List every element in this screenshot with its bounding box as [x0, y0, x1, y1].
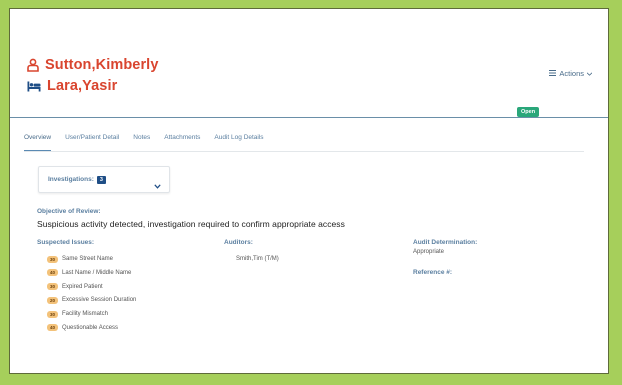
status-badge: Open	[517, 107, 540, 117]
objective-label: Objective of Review:	[37, 208, 101, 215]
issue-text: Facility Mismatch	[62, 311, 109, 317]
header-divider	[10, 117, 608, 118]
record-panel: Sutton,Kimberly Lara,Yasir Actions Open …	[9, 8, 609, 374]
actions-label: Actions	[559, 69, 584, 78]
tab-bar: Overview User/Patient Detail Notes Attac…	[24, 134, 264, 151]
tab-user-patient-detail[interactable]: User/Patient Detail	[65, 134, 119, 151]
investigations-label: Investigations:	[48, 176, 94, 183]
issue-score-badge: 40	[47, 269, 58, 277]
patient-user-row: Sutton,Kimberly	[27, 57, 158, 73]
issue-score-badge: 30	[47, 255, 58, 263]
tab-overview[interactable]: Overview	[24, 134, 52, 151]
issue-item: 40 Questionable Access	[47, 322, 136, 333]
issue-score-badge: 40	[47, 324, 58, 332]
list-icon	[549, 69, 557, 78]
patient-name-secondary[interactable]: Lara,Yasir	[47, 78, 117, 94]
issue-text: Same Street Name	[62, 256, 114, 263]
issue-score-badge: 30	[47, 283, 58, 291]
auditor-name: Smith,Tim (T/M)	[236, 256, 279, 262]
audit-determination-label: Audit Determination:	[413, 239, 478, 246]
patient-name-primary[interactable]: Sutton,Kimberly	[45, 57, 158, 73]
issue-item: 30 Expired Patient	[47, 281, 136, 292]
tab-notes[interactable]: Notes	[133, 134, 150, 151]
tab-divider	[24, 151, 584, 152]
chevron-down-icon	[154, 176, 161, 194]
investigations-count-badge: 3	[96, 175, 106, 184]
issue-text: Questionable Access	[62, 324, 119, 331]
patient-bed-row: Lara,Yasir	[27, 78, 117, 94]
bed-icon	[27, 81, 41, 92]
issue-text: Last Name / Middle Name	[62, 269, 132, 276]
issue-score-badge: 30	[47, 310, 58, 318]
investigations-dropdown[interactable]: Investigations: 3	[38, 166, 170, 193]
tab-attachments[interactable]: Attachments	[164, 134, 200, 151]
issue-item: 30 Facility Mismatch	[47, 309, 136, 320]
user-icon	[27, 58, 39, 72]
objective-text: Suspicious activity detected, investigat…	[37, 219, 345, 229]
reference-label: Reference #:	[413, 269, 453, 276]
audit-determination-value: Appropriate	[413, 249, 445, 255]
issue-item: 40 Last Name / Middle Name	[47, 268, 136, 279]
caret-down-icon	[586, 69, 593, 78]
tab-audit-log-details[interactable]: Audit Log Details	[214, 134, 263, 151]
issue-score-badge: 20	[47, 296, 58, 304]
issue-text: Excessive Session Duration	[62, 297, 137, 304]
issue-item: 20 Excessive Session Duration	[47, 295, 136, 306]
suspected-issues-list: 30 Same Street Name 40 Last Name / Middl…	[47, 254, 136, 336]
issue-item: 30 Same Street Name	[47, 254, 136, 265]
issue-text: Expired Patient	[62, 283, 103, 290]
auditors-label: Auditors:	[224, 239, 253, 246]
actions-menu-button[interactable]: Actions	[549, 69, 593, 78]
suspected-issues-label: Suspected Issues:	[37, 239, 95, 246]
